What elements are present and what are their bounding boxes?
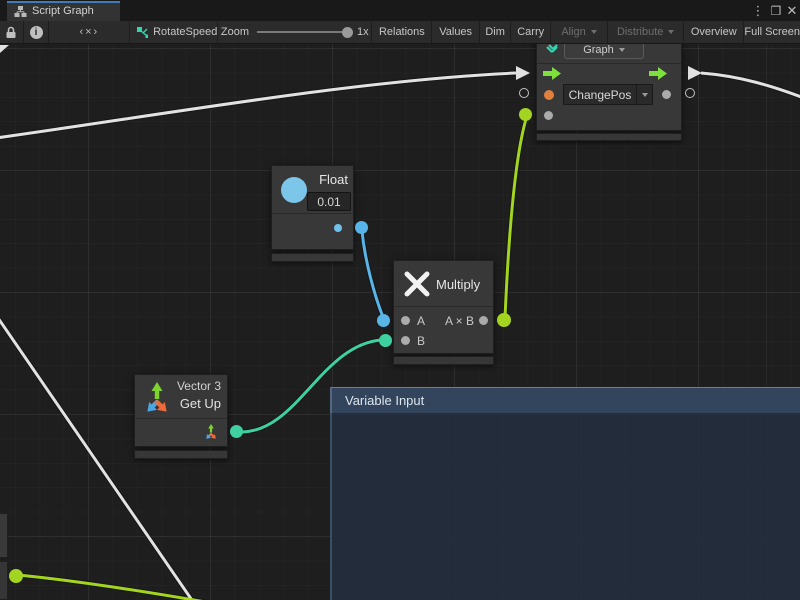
- lock-icon: [5, 26, 17, 39]
- full-screen-button[interactable]: Full Screen: [744, 21, 800, 43]
- tab-bar: Script Graph ⋮ ❒ ✕: [0, 0, 800, 21]
- chevron-down-icon: [668, 30, 674, 34]
- node-vector3-get-up[interactable]: Vector 3 Get Up: [134, 374, 228, 447]
- overview-button[interactable]: Overview: [684, 21, 744, 43]
- multiply-result-socket[interactable]: [497, 313, 511, 327]
- offscreen-output-socket[interactable]: [9, 569, 23, 583]
- node-multiply[interactable]: Multiply A A × B B: [393, 260, 494, 354]
- group-header[interactable]: Variable Input: [330, 387, 800, 413]
- flow-in-arrow-icon[interactable]: [543, 67, 562, 80]
- graph-variable-icon: [546, 43, 560, 57]
- result-port[interactable]: [479, 316, 488, 325]
- vector-output-socket[interactable]: [230, 425, 243, 438]
- node-title: Multiply: [436, 277, 480, 292]
- code-icon: ‹×›: [79, 26, 99, 38]
- graph-toolbar: i ‹×› RotateSpeed Zoom 1x Relations Valu…: [0, 21, 800, 44]
- offscreen-node[interactable]: [0, 513, 8, 558]
- zoom-control: Zoom 1x: [218, 21, 372, 43]
- chevron-down-icon: [591, 30, 597, 34]
- float-output-socket[interactable]: [355, 221, 368, 234]
- tab-label: Script Graph: [32, 5, 94, 17]
- carry-button[interactable]: Carry: [511, 21, 550, 43]
- chevron-down-icon[interactable]: [637, 84, 653, 105]
- multiply-icon: [403, 270, 431, 298]
- edit-source-button[interactable]: ‹×›: [49, 21, 130, 43]
- offscreen-node-footer: [0, 561, 8, 600]
- vector3-output-port-icon[interactable]: [203, 422, 221, 442]
- window-close-icon[interactable]: ✕: [784, 0, 800, 21]
- float-output-port[interactable]: [334, 224, 342, 232]
- chevron-down-icon: [619, 48, 625, 52]
- variable-input-group[interactable]: Variable Input: [330, 387, 800, 600]
- variable-name-port[interactable]: [544, 90, 554, 100]
- node-float-literal[interactable]: Float 0.01: [271, 165, 354, 250]
- inspect-button[interactable]: i: [24, 21, 50, 43]
- node-set-variable[interactable]: Graph ChangePos: [536, 36, 682, 131]
- vector3-icon: [141, 378, 175, 416]
- variable-name-dropdown[interactable]: ChangePos: [563, 84, 653, 105]
- window-menu-icon[interactable]: ⋮: [751, 0, 765, 21]
- zoom-value: 1x: [357, 26, 369, 38]
- tab-script-graph[interactable]: Script Graph: [7, 1, 120, 21]
- zoom-slider[interactable]: [257, 31, 349, 33]
- float-value-field[interactable]: 0.01: [307, 192, 351, 211]
- relations-button[interactable]: Relations: [372, 21, 432, 43]
- variable-name-value[interactable]: ChangePos: [563, 84, 637, 105]
- lock-button[interactable]: [0, 21, 24, 43]
- setvar-name-socket[interactable]: [519, 88, 529, 98]
- node-multiply-footer: [393, 356, 494, 365]
- tab-active-accent: [7, 1, 120, 3]
- float-type-icon: [281, 177, 307, 203]
- node-title: Float: [319, 172, 348, 187]
- node-title: Vector 3: [177, 379, 221, 393]
- input-value-port[interactable]: [544, 111, 553, 120]
- setvar-output-socket[interactable]: [685, 88, 695, 98]
- graph-asset-icon: [136, 26, 148, 39]
- port-b-label: B: [417, 334, 425, 348]
- values-button[interactable]: Values: [432, 21, 479, 43]
- zoom-slider-handle[interactable]: [342, 27, 353, 38]
- distribute-button[interactable]: Distribute: [608, 21, 684, 43]
- setvar-value-socket[interactable]: [519, 108, 532, 121]
- node-set-variable-footer: [536, 133, 682, 141]
- output-value-port[interactable]: [662, 90, 671, 99]
- zoom-label: Zoom: [221, 26, 249, 38]
- port-result-label: A × B: [445, 314, 474, 328]
- window-maximize-icon[interactable]: ❒: [767, 0, 785, 21]
- node-vector3-footer: [134, 450, 228, 459]
- align-button[interactable]: Align: [551, 21, 608, 43]
- group-body[interactable]: [330, 413, 800, 600]
- multiply-b-socket[interactable]: [379, 334, 392, 347]
- port-a-label: A: [417, 314, 425, 328]
- dim-button[interactable]: Dim: [480, 21, 512, 43]
- script-graph-window: { "tab_bar": { "tab_label": "Script Grap…: [0, 0, 800, 600]
- script-graph-icon: [14, 5, 27, 18]
- info-icon: i: [30, 26, 43, 39]
- multiply-a-socket[interactable]: [377, 314, 390, 327]
- node-subtitle: Get Up: [180, 396, 221, 411]
- input-b-port[interactable]: [401, 336, 410, 345]
- graph-breadcrumb[interactable]: RotateSpeed: [130, 21, 218, 43]
- node-float-footer: [271, 253, 354, 262]
- input-a-port[interactable]: [401, 316, 410, 325]
- flow-out-arrow-icon[interactable]: [649, 67, 668, 80]
- group-title: Variable Input: [345, 393, 424, 408]
- graph-name: RotateSpeed: [153, 26, 217, 38]
